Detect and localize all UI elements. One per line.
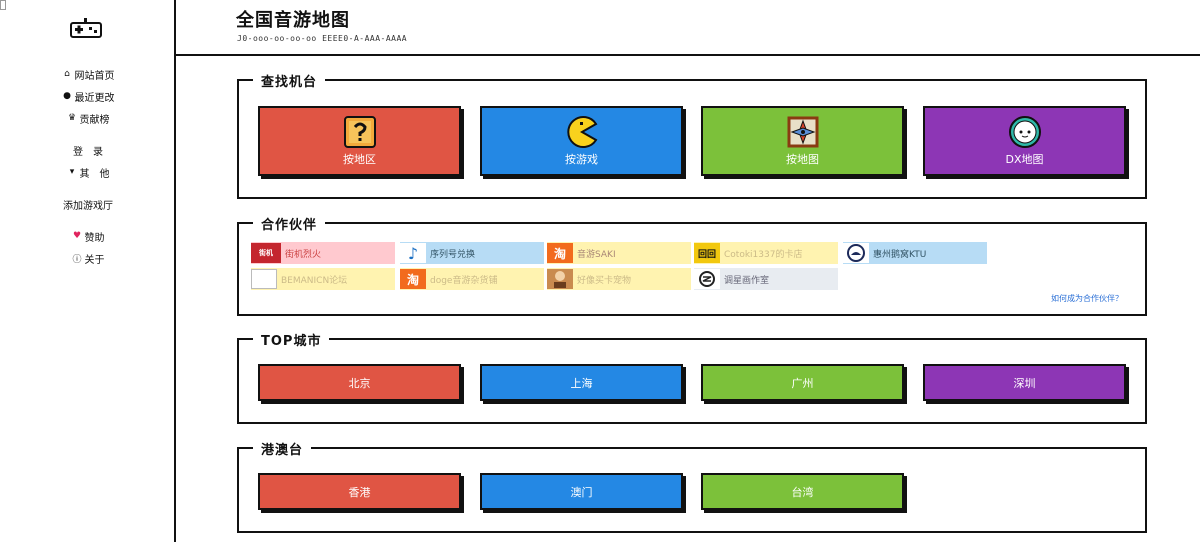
sidebar-item-label: 最近更改: [74, 92, 115, 104]
city-button-beijing[interactable]: 北京: [258, 364, 461, 401]
page-header: 全国音游地图 J0-ooo-oo-oo-oo EEEE0-A-AAA-AAAA: [176, 0, 1200, 56]
sidebar-item-label: 关于: [84, 254, 105, 266]
city-button-shanghai[interactable]: 上海: [480, 364, 683, 401]
by-region-button[interactable]: 按地区: [258, 106, 461, 176]
partner-label: doge音游杂货铺: [430, 275, 498, 286]
info-icon: ⓘ: [72, 254, 82, 265]
sidebar-item-label: 登 录: [73, 146, 103, 158]
trophy-icon: ♛: [67, 113, 77, 123]
dx-map-label: DX地图: [1005, 153, 1044, 166]
city-label: 上海: [570, 376, 593, 390]
partner-item[interactable]: BEMANICN论坛: [251, 268, 395, 290]
section-title: 港澳台: [253, 439, 312, 458]
city-label: 广州: [791, 376, 814, 390]
sidebar: ⌂ 网站首页 ● 最近更改 ♛ 贡献榜 登 录 ▾ 其 他 添加游戏厅 ♥ 赞助…: [0, 0, 176, 542]
broken-image-icon: [251, 269, 277, 289]
sidebar-item-add-arcade[interactable]: 添加游戏厅: [0, 193, 176, 215]
partner-label: 街机烈火: [285, 249, 322, 260]
region-button-taiwan[interactable]: 台湾: [701, 473, 904, 510]
region-label: 台湾: [791, 485, 814, 499]
sidebar-item-label: 添加游戏厅: [63, 200, 113, 212]
partner-item[interactable]: 淘 音游SAKI: [547, 242, 691, 264]
caret-down-icon: ▾: [69, 167, 75, 177]
partner-item[interactable]: 好像买卡宠物: [547, 268, 691, 290]
become-partner-link[interactable]: 如何成为合作伙伴？: [1051, 293, 1123, 304]
jijilieHuo-logo-icon: 街机: [251, 243, 281, 263]
region-label: 澳门: [570, 485, 593, 499]
by-region-label: 按地区: [343, 153, 376, 166]
sidebar-item-sponsor[interactable]: ♥ 赞助: [0, 225, 176, 247]
clock-icon: ●: [63, 91, 71, 101]
studio-logo-icon: [694, 269, 720, 289]
by-map-button[interactable]: 按地图: [701, 106, 904, 176]
city-label: 深圳: [1013, 376, 1036, 390]
sidebar-item-label: 赞助: [84, 232, 105, 244]
city-button-shenzhen[interactable]: 深圳: [923, 364, 1126, 401]
section-title: TOP城市: [253, 330, 330, 349]
partner-item[interactable]: 淘 doge音游杂货铺: [400, 268, 544, 290]
gamepad-icon[interactable]: [69, 17, 103, 41]
avatar-icon: [547, 269, 573, 289]
by-game-button[interactable]: 按游戏: [480, 106, 683, 176]
sidebar-item-recent-changes[interactable]: ● 最近更改: [0, 85, 176, 107]
partner-label: 好像买卡宠物: [577, 275, 632, 286]
partner-label: BEMANICN论坛: [281, 275, 348, 286]
partner-item[interactable]: ♪ 序列号兑换: [400, 242, 544, 264]
shop-logo-icon: 回回: [694, 243, 720, 263]
pacman-icon: [566, 116, 597, 148]
sidebar-item-home[interactable]: ⌂ 网站首页: [0, 63, 176, 85]
partner-item[interactable]: 惠州鹅窝KTU: [843, 242, 987, 264]
maimai-icon: [1008, 116, 1041, 148]
find-section: 查找机台 按地区 按游戏 按地图 DX地图: [237, 71, 1147, 199]
sidebar-item-other[interactable]: ▾ 其 他: [0, 161, 176, 183]
sidebar-item-contributors[interactable]: ♛ 贡献榜: [0, 107, 176, 129]
region-button-hongkong[interactable]: 香港: [258, 473, 461, 510]
music-note-icon: ♪: [400, 243, 426, 263]
city-label: 北京: [348, 376, 371, 390]
by-game-label: 按游戏: [565, 153, 598, 166]
partner-item[interactable]: 街机 街机烈火: [251, 242, 395, 264]
sidebar-item-label: 网站首页: [74, 70, 115, 82]
section-title: 查找机台: [253, 71, 326, 90]
hmt-section: 港澳台 香港 澳门 台湾: [237, 439, 1147, 533]
partner-item[interactable]: 回回 Cotoki1337的卡店: [694, 242, 838, 264]
page-title: 全国音游地图: [236, 10, 350, 31]
sidebar-item-login[interactable]: 登 录: [0, 139, 176, 161]
dx-map-button[interactable]: DX地图: [923, 106, 1126, 176]
sidebar-nav: ⌂ 网站首页 ● 最近更改 ♛ 贡献榜 登 录 ▾ 其 他 添加游戏厅 ♥ 赞助…: [0, 63, 176, 269]
by-map-label: 按地图: [786, 153, 819, 166]
sidebar-item-about[interactable]: ⓘ 关于: [0, 247, 176, 269]
taobao-icon: 淘: [547, 243, 573, 263]
partner-label: 调星画作室: [724, 275, 770, 286]
partner-label: 序列号兑换: [430, 249, 476, 260]
top-cities-section: TOP城市 北京 上海 广州 深圳: [237, 330, 1147, 424]
partner-item[interactable]: 调星画作室: [694, 268, 838, 290]
sidebar-item-label: 贡献榜: [79, 114, 110, 126]
sidebar-item-label: 其 他: [79, 168, 110, 180]
partner-label: 惠州鹅窝KTU: [873, 249, 927, 260]
region-label: 香港: [348, 485, 371, 499]
partner-label: 音游SAKI: [577, 249, 616, 260]
partner-label: Cotoki1337的卡店: [724, 249, 803, 260]
home-icon: ⌂: [64, 69, 70, 79]
question-block-icon: [343, 116, 376, 148]
page-subtitle: J0-ooo-oo-oo-oo EEEE0-A-AAA-AAAA: [237, 34, 408, 43]
heart-icon: ♥: [72, 231, 82, 241]
section-title: 合作伙伴: [253, 214, 326, 233]
partners-section: 合作伙伴 街机 街机烈火 ♪ 序列号兑换 淘 音游SAKI 回回 Cotoki1…: [237, 214, 1147, 316]
ktu-logo-icon: [843, 243, 869, 263]
taobao-icon: 淘: [400, 269, 426, 289]
city-button-guangzhou[interactable]: 广州: [701, 364, 904, 401]
region-button-macau[interactable]: 澳门: [480, 473, 683, 510]
compass-icon: [787, 116, 818, 148]
